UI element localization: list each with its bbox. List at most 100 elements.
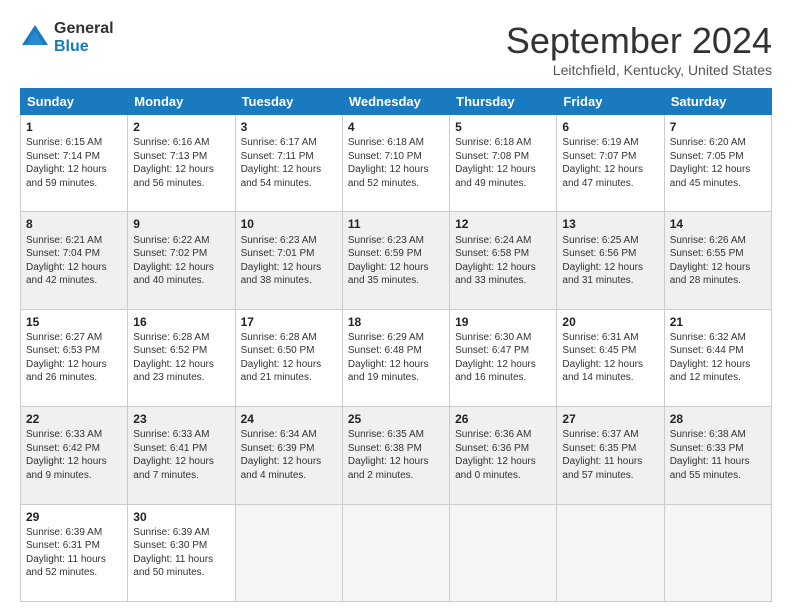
day-info: Sunrise: 6:39 AM Sunset: 6:31 PM Dayligh…: [26, 526, 122, 580]
calendar-cell: 22Sunrise: 6:33 AM Sunset: 6:42 PM Dayli…: [21, 407, 128, 504]
calendar-cell: 13 Sunrise: 6:25 AM Sunset: 6:56 PM Dayli…: [557, 212, 664, 309]
day-info: Sunrise: 6:24 AM Sunset: 6:58 PM Dayligh…: [455, 234, 551, 288]
calendar-cell: 24Sunrise: 6:34 AM Sunset: 6:39 PM Dayli…: [235, 407, 342, 504]
day-info: Sunrise: 6:27 AM Sunset: 6:53 PM Dayligh…: [26, 331, 122, 385]
calendar-cell: 14Sunrise: 6:26 AM Sunset: 6:55 PM Dayli…: [664, 212, 771, 309]
day-info: Sunrise: 6:17 AM Sunset: 7:11 PM Dayligh…: [241, 136, 337, 190]
calendar-cell: 12 Sunrise: 6:24 AM Sunset: 6:58 PM Dayli…: [450, 212, 557, 309]
day-info: Sunrise: 6:21 AM Sunset: 7:04 PM Dayligh…: [26, 234, 122, 288]
day-number: 4: [348, 119, 444, 135]
calendar-table: Sunday Monday Tuesday Wednesday Thursday…: [20, 88, 772, 602]
calendar-cell: 11Sunrise: 6:23 AM Sunset: 6:59 PM Dayli…: [342, 212, 449, 309]
empty-cell: [235, 504, 342, 601]
header: General Blue September 2024 Leitchfield,…: [20, 20, 772, 78]
day-number: 27: [562, 411, 658, 427]
day-number: 5: [455, 119, 551, 135]
calendar-cell: 30Sunrise: 6:39 AM Sunset: 6:30 PM Dayli…: [128, 504, 235, 601]
day-number: 21: [670, 314, 766, 330]
calendar-cell: 10 Sunrise: 6:23 AM Sunset: 7:01 PM Dayli…: [235, 212, 342, 309]
location: Leitchfield, Kentucky, United States: [506, 62, 772, 78]
calendar-week-row: 15Sunrise: 6:27 AM Sunset: 6:53 PM Dayli…: [21, 309, 772, 406]
col-sunday: Sunday: [21, 89, 128, 115]
day-info: Sunrise: 6:25 AM Sunset: 6:56 PM Dayligh…: [562, 234, 658, 288]
day-number: 14: [670, 216, 766, 232]
calendar-cell: 5Sunrise: 6:18 AM Sunset: 7:08 PM Daylig…: [450, 115, 557, 212]
empty-cell: [557, 504, 664, 601]
calendar-cell: 3Sunrise: 6:17 AM Sunset: 7:11 PM Daylig…: [235, 115, 342, 212]
day-number: 18: [348, 314, 444, 330]
calendar-cell: 21Sunrise: 6:32 AM Sunset: 6:44 PM Dayli…: [664, 309, 771, 406]
day-number: 25: [348, 411, 444, 427]
day-info: Sunrise: 6:19 AM Sunset: 7:07 PM Dayligh…: [562, 136, 658, 190]
calendar-cell: 26Sunrise: 6:36 AM Sunset: 6:36 PM Dayli…: [450, 407, 557, 504]
header-row: Sunday Monday Tuesday Wednesday Thursday…: [21, 89, 772, 115]
day-number: 15: [26, 314, 122, 330]
day-number: 23: [133, 411, 229, 427]
col-tuesday: Tuesday: [235, 89, 342, 115]
day-number: 29: [26, 509, 122, 525]
calendar-cell: 29Sunrise: 6:39 AM Sunset: 6:31 PM Dayli…: [21, 504, 128, 601]
calendar-cell: 8 Sunrise: 6:21 AM Sunset: 7:04 PM Daylig…: [21, 212, 128, 309]
calendar-cell: 6Sunrise: 6:19 AM Sunset: 7:07 PM Daylig…: [557, 115, 664, 212]
day-number: 20: [562, 314, 658, 330]
calendar-cell: 16Sunrise: 6:28 AM Sunset: 6:52 PM Dayli…: [128, 309, 235, 406]
day-number: 13: [562, 216, 658, 232]
day-number: 3: [241, 119, 337, 135]
day-number: 6: [562, 119, 658, 135]
day-info: Sunrise: 6:22 AM Sunset: 7:02 PM Dayligh…: [133, 234, 229, 288]
calendar-cell: 4Sunrise: 6:18 AM Sunset: 7:10 PM Daylig…: [342, 115, 449, 212]
day-number: 12: [455, 216, 551, 232]
day-number: 17: [241, 314, 337, 330]
calendar-week-row: 22Sunrise: 6:33 AM Sunset: 6:42 PM Dayli…: [21, 407, 772, 504]
col-saturday: Saturday: [664, 89, 771, 115]
day-number: 28: [670, 411, 766, 427]
calendar-week-row: 8 Sunrise: 6:21 AM Sunset: 7:04 PM Daylig…: [21, 212, 772, 309]
day-info: Sunrise: 6:28 AM Sunset: 6:50 PM Dayligh…: [241, 331, 337, 385]
logo-text: General Blue: [54, 20, 114, 55]
calendar-cell: 15Sunrise: 6:27 AM Sunset: 6:53 PM Dayli…: [21, 309, 128, 406]
day-info: Sunrise: 6:20 AM Sunset: 7:05 PM Dayligh…: [670, 136, 766, 190]
day-info: Sunrise: 6:30 AM Sunset: 6:47 PM Dayligh…: [455, 331, 551, 385]
day-number: 7: [670, 119, 766, 135]
day-number: 10: [241, 216, 337, 232]
day-number: 19: [455, 314, 551, 330]
calendar-cell: 2Sunrise: 6:16 AM Sunset: 7:13 PM Daylig…: [128, 115, 235, 212]
day-info: Sunrise: 6:32 AM Sunset: 6:44 PM Dayligh…: [670, 331, 766, 385]
day-info: Sunrise: 6:31 AM Sunset: 6:45 PM Dayligh…: [562, 331, 658, 385]
day-info: Sunrise: 6:38 AM Sunset: 6:33 PM Dayligh…: [670, 428, 766, 482]
calendar-cell: 20Sunrise: 6:31 AM Sunset: 6:45 PM Dayli…: [557, 309, 664, 406]
month-title: September 2024: [506, 20, 772, 62]
day-info: Sunrise: 6:23 AM Sunset: 7:01 PM Dayligh…: [241, 234, 337, 288]
calendar-cell: 18Sunrise: 6:29 AM Sunset: 6:48 PM Dayli…: [342, 309, 449, 406]
day-info: Sunrise: 6:23 AM Sunset: 6:59 PM Dayligh…: [348, 234, 444, 288]
calendar-cell: 25Sunrise: 6:35 AM Sunset: 6:38 PM Dayli…: [342, 407, 449, 504]
day-info: Sunrise: 6:18 AM Sunset: 7:10 PM Dayligh…: [348, 136, 444, 190]
col-thursday: Thursday: [450, 89, 557, 115]
empty-cell: [450, 504, 557, 601]
day-number: 16: [133, 314, 229, 330]
day-number: 26: [455, 411, 551, 427]
day-number: 8: [26, 216, 122, 232]
day-number: 9: [133, 216, 229, 232]
calendar-cell: 28Sunrise: 6:38 AM Sunset: 6:33 PM Dayli…: [664, 407, 771, 504]
day-number: 2: [133, 119, 229, 135]
col-friday: Friday: [557, 89, 664, 115]
calendar-week-row: 1Sunrise: 6:15 AM Sunset: 7:14 PM Daylig…: [21, 115, 772, 212]
day-info: Sunrise: 6:35 AM Sunset: 6:38 PM Dayligh…: [348, 428, 444, 482]
empty-cell: [664, 504, 771, 601]
day-info: Sunrise: 6:33 AM Sunset: 6:42 PM Dayligh…: [26, 428, 122, 482]
day-info: Sunrise: 6:18 AM Sunset: 7:08 PM Dayligh…: [455, 136, 551, 190]
calendar-cell: 17Sunrise: 6:28 AM Sunset: 6:50 PM Dayli…: [235, 309, 342, 406]
calendar-cell: 1Sunrise: 6:15 AM Sunset: 7:14 PM Daylig…: [21, 115, 128, 212]
col-wednesday: Wednesday: [342, 89, 449, 115]
day-info: Sunrise: 6:37 AM Sunset: 6:35 PM Dayligh…: [562, 428, 658, 482]
col-monday: Monday: [128, 89, 235, 115]
day-info: Sunrise: 6:28 AM Sunset: 6:52 PM Dayligh…: [133, 331, 229, 385]
empty-cell: [342, 504, 449, 601]
logo-line2: Blue: [54, 38, 114, 56]
calendar-cell: 7Sunrise: 6:20 AM Sunset: 7:05 PM Daylig…: [664, 115, 771, 212]
day-number: 1: [26, 119, 122, 135]
logo-line1: General: [54, 20, 114, 38]
calendar-cell: 23Sunrise: 6:33 AM Sunset: 6:41 PM Dayli…: [128, 407, 235, 504]
day-info: Sunrise: 6:34 AM Sunset: 6:39 PM Dayligh…: [241, 428, 337, 482]
